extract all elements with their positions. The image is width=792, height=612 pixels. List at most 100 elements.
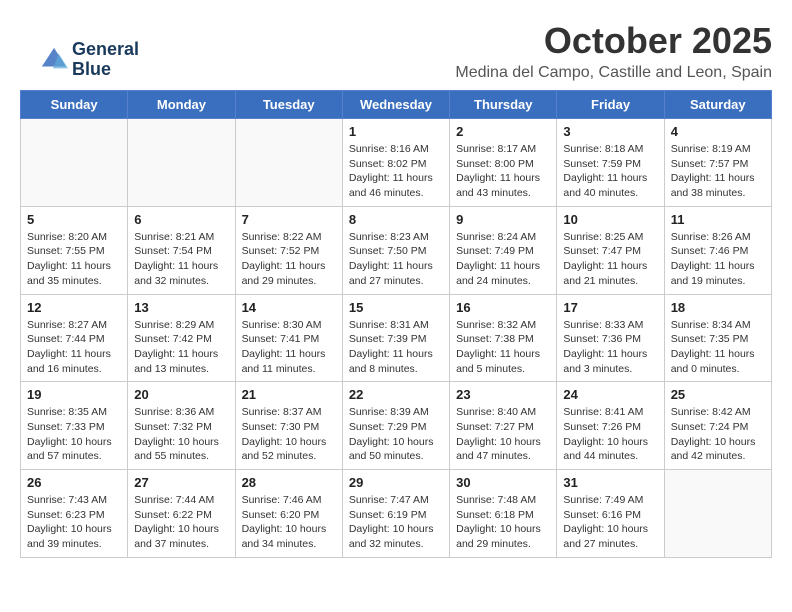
day-info: Sunrise: 7:48 AMSunset: 6:18 PMDaylight:… [456,493,550,552]
day-info: Sunrise: 8:39 AMSunset: 7:29 PMDaylight:… [349,405,443,464]
day-number: 10 [563,212,657,227]
weekday-header-tuesday: Tuesday [235,91,342,119]
day-number: 27 [134,475,228,490]
calendar-cell: 4Sunrise: 8:19 AMSunset: 7:57 PMDaylight… [664,119,771,207]
week-row-4: 19 Sunrise: 8:35 AMSunset: 7:33 PMDayligh… [21,382,772,470]
calendar-cell: 26Sunrise: 7:43 AMSunset: 6:23 PMDayligh… [21,470,128,558]
day-number: 19 [27,387,121,402]
logo: General Blue [40,40,139,80]
day-number: 6 [134,212,228,227]
weekday-header-row: SundayMondayTuesdayWednesdayThursdayFrid… [21,91,772,119]
day-info: Sunrise: 8:29 AMSunset: 7:42 PMDaylight:… [134,318,228,377]
calendar-cell: 27Sunrise: 7:44 AMSunset: 6:22 PMDayligh… [128,470,235,558]
day-info: Sunrise: 8:20 AMSunset: 7:55 PMDaylight:… [27,230,121,289]
day-info: Sunrise: 8:23 AMSunset: 7:50 PMDaylight:… [349,230,443,289]
weekday-header-sunday: Sunday [21,91,128,119]
day-number: 21 [242,387,336,402]
day-info: Sunrise: 8:25 AMSunset: 7:47 PMDaylight:… [563,230,657,289]
calendar-cell: 7 Sunrise: 8:22 AMSunset: 7:52 PMDaylight… [235,206,342,294]
weekday-header-saturday: Saturday [664,91,771,119]
calendar-cell: 21 Sunrise: 8:37 AMSunset: 7:30 PMDayligh… [235,382,342,470]
calendar-cell: 25 Sunrise: 8:42 AMSunset: 7:24 PMDayligh… [664,382,771,470]
week-row-3: 12 Sunrise: 8:27 AMSunset: 7:44 PMDayligh… [21,294,772,382]
day-info: Sunrise: 8:32 AMSunset: 7:38 PMDaylight:… [456,318,550,377]
calendar-cell: 16 Sunrise: 8:32 AMSunset: 7:38 PMDayligh… [450,294,557,382]
calendar-cell: 22Sunrise: 8:39 AMSunset: 7:29 PMDayligh… [342,382,449,470]
day-number: 29 [349,475,443,490]
week-row-5: 26Sunrise: 7:43 AMSunset: 6:23 PMDayligh… [21,470,772,558]
day-number: 7 [242,212,336,227]
day-info: Sunrise: 8:30 AMSunset: 7:41 PMDaylight:… [242,318,336,377]
day-info: Sunrise: 8:36 AMSunset: 7:32 PMDaylight:… [134,405,228,464]
logo-line1: General [72,40,139,60]
day-info: Sunrise: 8:18 AMSunset: 7:59 PMDaylight:… [563,142,657,201]
calendar-cell: 30 Sunrise: 7:48 AMSunset: 6:18 PMDayligh… [450,470,557,558]
day-number: 31 [563,475,657,490]
week-row-2: 5Sunrise: 8:20 AMSunset: 7:55 PMDaylight… [21,206,772,294]
day-info: Sunrise: 8:33 AMSunset: 7:36 PMDaylight:… [563,318,657,377]
day-info: Sunrise: 8:24 AMSunset: 7:49 PMDaylight:… [456,230,550,289]
weekday-header-monday: Monday [128,91,235,119]
day-info: Sunrise: 8:34 AMSunset: 7:35 PMDaylight:… [671,318,765,377]
day-number: 1 [349,124,443,139]
calendar-cell: 23Sunrise: 8:40 AMSunset: 7:27 PMDayligh… [450,382,557,470]
day-info: Sunrise: 7:49 AMSunset: 6:16 PMDaylight:… [563,493,657,552]
day-number: 24 [563,387,657,402]
day-info: Sunrise: 8:42 AMSunset: 7:24 PMDaylight:… [671,405,765,464]
calendar-cell: 14 Sunrise: 8:30 AMSunset: 7:41 PMDayligh… [235,294,342,382]
day-info: Sunrise: 8:37 AMSunset: 7:30 PMDaylight:… [242,405,336,464]
day-number: 2 [456,124,550,139]
day-info: Sunrise: 8:26 AMSunset: 7:46 PMDaylight:… [671,230,765,289]
day-number: 25 [671,387,765,402]
calendar-cell: 19 Sunrise: 8:35 AMSunset: 7:33 PMDayligh… [21,382,128,470]
calendar-cell: 13 Sunrise: 8:29 AMSunset: 7:42 PMDayligh… [128,294,235,382]
calendar-cell: 2 Sunrise: 8:17 AMSunset: 8:00 PMDaylight… [450,119,557,207]
day-info: Sunrise: 8:40 AMSunset: 7:27 PMDaylight:… [456,405,550,464]
calendar-cell: 12 Sunrise: 8:27 AMSunset: 7:44 PMDayligh… [21,294,128,382]
day-info: Sunrise: 8:35 AMSunset: 7:33 PMDaylight:… [27,405,121,464]
day-number: 13 [134,300,228,315]
calendar-table: SundayMondayTuesdayWednesdayThursdayFrid… [20,90,772,558]
calendar-cell: 20 Sunrise: 8:36 AMSunset: 7:32 PMDayligh… [128,382,235,470]
day-info: Sunrise: 7:46 AMSunset: 6:20 PMDaylight:… [242,493,336,552]
calendar-cell: 17 Sunrise: 8:33 AMSunset: 7:36 PMDayligh… [557,294,664,382]
day-number: 12 [27,300,121,315]
day-info: Sunrise: 8:22 AMSunset: 7:52 PMDaylight:… [242,230,336,289]
week-row-1: 1 Sunrise: 8:16 AMSunset: 8:02 PMDaylight… [21,119,772,207]
day-info: Sunrise: 7:47 AMSunset: 6:19 PMDaylight:… [349,493,443,552]
day-info: Sunrise: 8:27 AMSunset: 7:44 PMDaylight:… [27,318,121,377]
weekday-header-thursday: Thursday [450,91,557,119]
day-info: Sunrise: 8:17 AMSunset: 8:00 PMDaylight:… [456,142,550,201]
day-number: 28 [242,475,336,490]
weekday-header-wednesday: Wednesday [342,91,449,119]
calendar-cell: 3 Sunrise: 8:18 AMSunset: 7:59 PMDaylight… [557,119,664,207]
calendar-cell [21,119,128,207]
day-number: 18 [671,300,765,315]
day-info: Sunrise: 8:21 AMSunset: 7:54 PMDaylight:… [134,230,228,289]
calendar-cell [128,119,235,207]
day-number: 20 [134,387,228,402]
day-number: 17 [563,300,657,315]
calendar-cell [235,119,342,207]
calendar-cell: 10 Sunrise: 8:25 AMSunset: 7:47 PMDayligh… [557,206,664,294]
logo-icon [40,46,68,74]
calendar-cell: 8 Sunrise: 8:23 AMSunset: 7:50 PMDaylight… [342,206,449,294]
day-info: Sunrise: 8:16 AMSunset: 8:02 PMDaylight:… [349,142,443,201]
calendar-cell: 28 Sunrise: 7:46 AMSunset: 6:20 PMDayligh… [235,470,342,558]
calendar-cell: 15Sunrise: 8:31 AMSunset: 7:39 PMDayligh… [342,294,449,382]
day-info: Sunrise: 8:31 AMSunset: 7:39 PMDaylight:… [349,318,443,377]
day-info: Sunrise: 7:43 AMSunset: 6:23 PMDaylight:… [27,493,121,552]
calendar-cell: 24 Sunrise: 8:41 AMSunset: 7:26 PMDayligh… [557,382,664,470]
day-number: 14 [242,300,336,315]
day-number: 30 [456,475,550,490]
day-number: 8 [349,212,443,227]
logo-line2: Blue [72,60,139,80]
day-number: 16 [456,300,550,315]
day-number: 9 [456,212,550,227]
calendar-cell: 9 Sunrise: 8:24 AMSunset: 7:49 PMDaylight… [450,206,557,294]
day-number: 11 [671,212,765,227]
calendar-cell: 18 Sunrise: 8:34 AMSunset: 7:35 PMDayligh… [664,294,771,382]
calendar-cell: 11 Sunrise: 8:26 AMSunset: 7:46 PMDayligh… [664,206,771,294]
day-number: 3 [563,124,657,139]
day-info: Sunrise: 8:41 AMSunset: 7:26 PMDaylight:… [563,405,657,464]
